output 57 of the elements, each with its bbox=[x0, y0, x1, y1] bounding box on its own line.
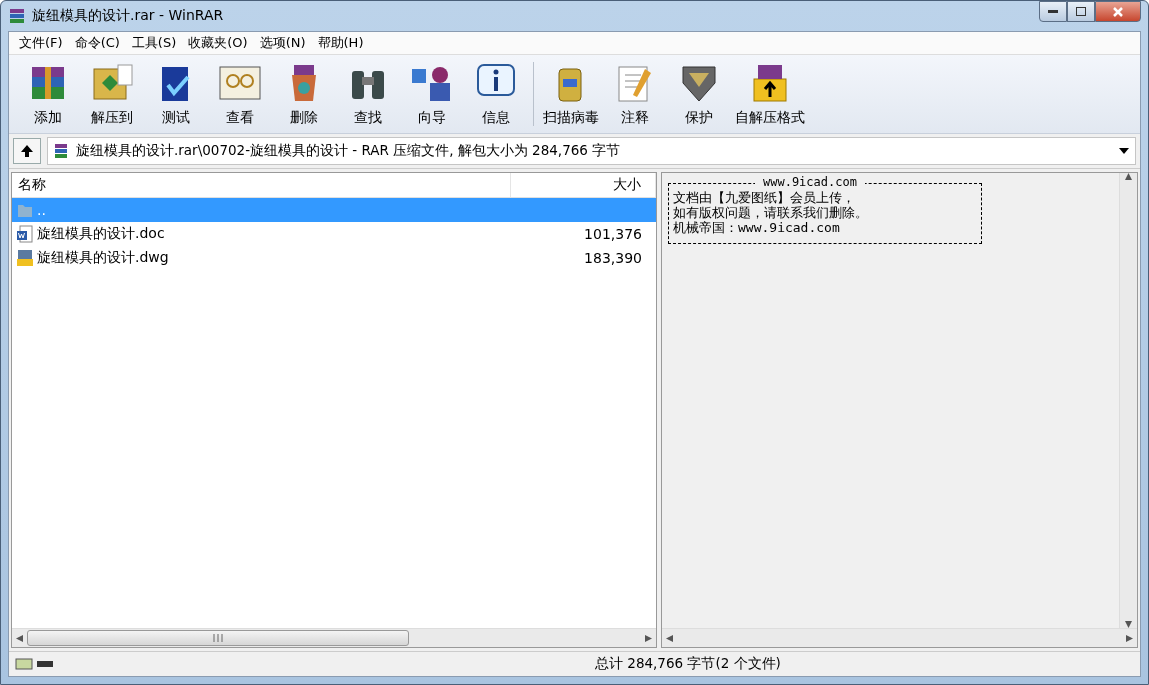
file-name: 旋纽模具的设计.dwg bbox=[37, 249, 170, 267]
minimize-button[interactable] bbox=[1039, 1, 1067, 22]
menu-item[interactable]: 收藏夹(O) bbox=[182, 34, 254, 52]
toolbar-button[interactable]: 扫描病毒 bbox=[540, 59, 602, 129]
minimize-icon[interactable] bbox=[1048, 9, 1058, 14]
file-name: .. bbox=[37, 202, 47, 218]
right-arrow-icon[interactable] bbox=[1126, 634, 1133, 642]
comment-line: 文档由【九爱图纸】会员上传， bbox=[673, 190, 856, 205]
up-arrow-icon[interactable] bbox=[1125, 173, 1132, 180]
toolbar-button[interactable]: 保护 bbox=[668, 59, 730, 129]
menu-item[interactable]: 工具(S) bbox=[125, 34, 183, 52]
toolbar-button[interactable]: 添加 bbox=[17, 59, 79, 129]
horizontal-scrollbar[interactable] bbox=[662, 628, 1137, 647]
left-arrow-icon[interactable] bbox=[666, 634, 673, 642]
dropdown-icon[interactable] bbox=[1119, 148, 1129, 154]
comment-line: 如有版权问题，请联系我们删除。 bbox=[673, 205, 869, 220]
books-icon bbox=[8, 7, 26, 25]
maximize-icon[interactable] bbox=[1076, 7, 1086, 16]
horizontal-scrollbar[interactable] bbox=[12, 628, 656, 647]
books-icon bbox=[54, 143, 68, 159]
menu-item[interactable]: 选项(N) bbox=[253, 34, 312, 52]
file-name: 旋纽模具的设计.doc bbox=[37, 225, 166, 243]
drawing-file-icon bbox=[16, 249, 34, 267]
toolbar-button[interactable]: 向导 bbox=[401, 59, 463, 129]
toolbar-button[interactable]: 自解压格式 bbox=[732, 59, 808, 129]
menu-item[interactable]: 命令(C) bbox=[68, 34, 126, 52]
window-title: 旋纽模具的设计.rar - WinRAR bbox=[32, 7, 224, 25]
address-field[interactable]: 旋纽模具的设计.rar\00702-旋纽模具的设计 - RAR 压缩文件, 解包大小为 284,766 字节 bbox=[47, 137, 1136, 165]
file-row[interactable]: 旋纽模具的设计.dwg 183,390 bbox=[12, 246, 656, 270]
left-arrow-icon[interactable] bbox=[16, 634, 23, 642]
maximize-button[interactable] bbox=[1067, 1, 1095, 22]
menu-item[interactable]: 文件(F) bbox=[13, 34, 69, 52]
toolbar-button[interactable]: 解压到 bbox=[81, 59, 143, 129]
word-document-icon bbox=[16, 225, 34, 243]
comment-line: 机械帝国：www.9icad.com bbox=[673, 220, 841, 235]
column-header[interactable]: 名称 bbox=[12, 173, 511, 197]
grip-icon[interactable] bbox=[213, 634, 223, 642]
toolbar-button[interactable]: 删除 bbox=[273, 59, 335, 129]
up-folder-button[interactable] bbox=[13, 138, 41, 164]
address-text: 旋纽模具的设计.rar\00702-旋纽模具的设计 - RAR 压缩文件, 解包大小为 284,766 字节 bbox=[76, 142, 622, 160]
close-button[interactable] bbox=[1095, 1, 1141, 22]
column-header[interactable]: 大小 bbox=[511, 173, 656, 197]
toolbar-button[interactable]: 注释 bbox=[604, 59, 666, 129]
down-arrow-icon[interactable] bbox=[1125, 621, 1132, 628]
right-arrow-icon[interactable] bbox=[645, 634, 652, 642]
toolbar-button[interactable]: 查找 bbox=[337, 59, 399, 129]
menu-item[interactable]: 帮助(H) bbox=[311, 34, 370, 52]
vertical-scrollbar[interactable] bbox=[1119, 173, 1137, 628]
status-text: 总计 284,766 字节(2 个文件) bbox=[595, 655, 781, 673]
toolbar-button[interactable]: 测试 bbox=[145, 59, 207, 129]
file-size: 101,376 bbox=[583, 226, 643, 242]
toolbar-button[interactable]: 信息 bbox=[465, 59, 527, 129]
up-arrow-icon[interactable] bbox=[19, 143, 35, 159]
file-size: 183,390 bbox=[583, 250, 643, 266]
toolbar-button[interactable]: 查看 bbox=[209, 59, 271, 129]
close-icon[interactable] bbox=[1112, 5, 1124, 18]
file-row[interactable]: 旋纽模具的设计.doc 101,376 bbox=[12, 222, 656, 246]
